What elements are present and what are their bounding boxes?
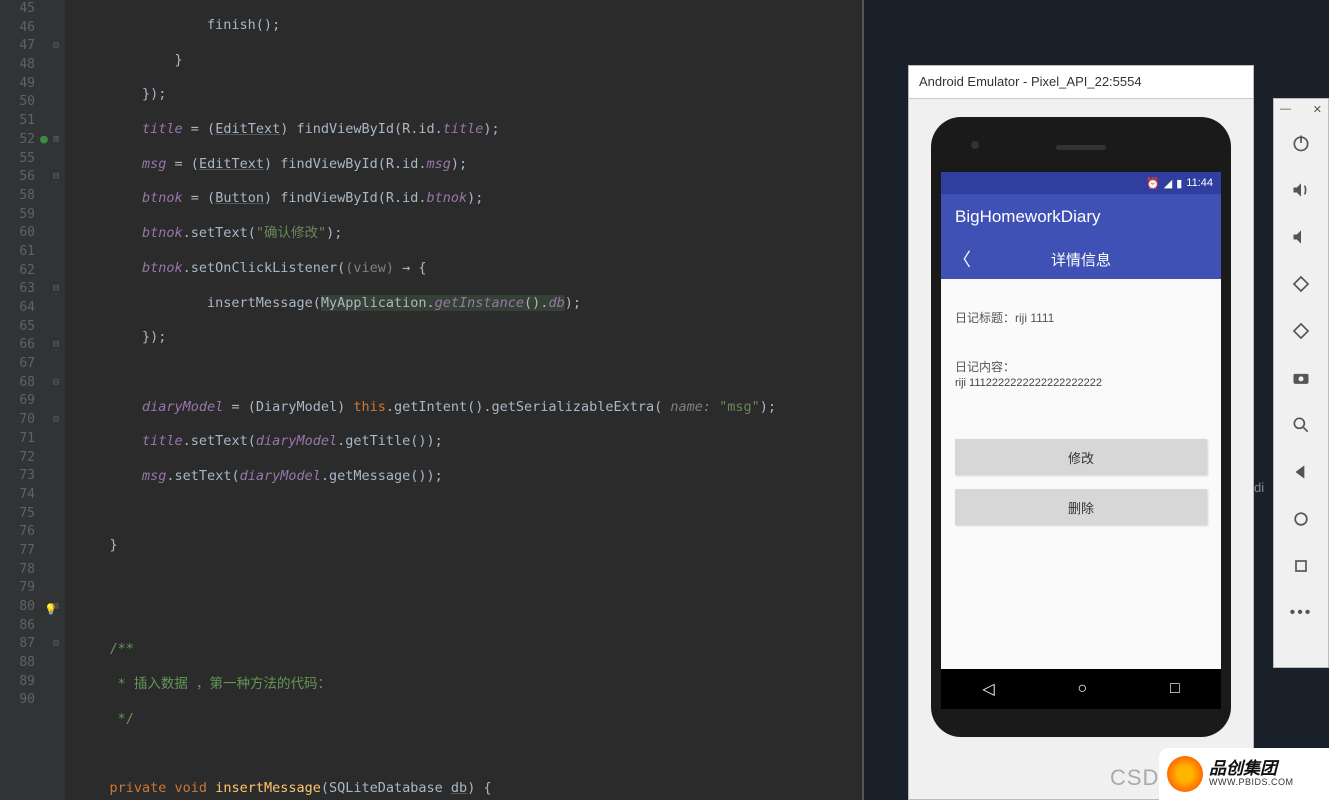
line-number: ●52⊞ bbox=[0, 131, 65, 150]
page-title: 详情信息 bbox=[1051, 249, 1111, 270]
camera-icon[interactable] bbox=[1274, 354, 1328, 401]
line-number: 70⊟ bbox=[0, 411, 65, 430]
line-number: 55 bbox=[0, 150, 65, 169]
line-number: 68⊟ bbox=[0, 374, 65, 393]
line-number: 49 bbox=[0, 75, 65, 94]
emulator-window: Android Emulator - Pixel_API_22:5554 ⏰ ◢… bbox=[908, 65, 1254, 800]
line-number: 79 bbox=[0, 579, 65, 598]
phone-frame: ⏰ ◢ ▮ 11:44 BigHomeworkDiary 〈 详情信息 日记标题… bbox=[931, 117, 1231, 737]
android-nav: ◁ ○ □ bbox=[941, 669, 1221, 709]
line-number: 86 bbox=[0, 617, 65, 636]
line-number: 71 bbox=[0, 430, 65, 449]
nav-bar: 〈 详情信息 bbox=[941, 239, 1221, 279]
alarm-icon: ⏰ bbox=[1146, 177, 1160, 190]
line-number: 88 bbox=[0, 654, 65, 673]
line-number: 67 bbox=[0, 355, 65, 374]
volume-down-icon[interactable] bbox=[1274, 213, 1328, 260]
nav-home-icon[interactable]: ○ bbox=[1077, 680, 1087, 698]
gutter: 45 46 47⊟ 48 49 50 51 ●52⊞ 55 56⊟ 58 59 … bbox=[0, 0, 65, 800]
line-number: 90 bbox=[0, 691, 65, 710]
code-content[interactable]: finish(); } }); title = (EditText) findV… bbox=[65, 0, 862, 800]
line-number: 46 bbox=[0, 19, 65, 38]
splitter[interactable] bbox=[862, 0, 864, 800]
close-icon[interactable]: ✕ bbox=[1313, 103, 1322, 115]
line-number: 65 bbox=[0, 318, 65, 337]
rotate-right-icon[interactable] bbox=[1274, 307, 1328, 354]
line-number: 56⊟ bbox=[0, 168, 65, 187]
line-number: 61 bbox=[0, 243, 65, 262]
line-number: 48 bbox=[0, 56, 65, 75]
phone-screen[interactable]: ⏰ ◢ ▮ 11:44 BigHomeworkDiary 〈 详情信息 日记标题… bbox=[941, 172, 1221, 672]
line-number: 45 bbox=[0, 0, 65, 19]
nav-back-icon[interactable]: ◁ bbox=[982, 679, 994, 699]
emulator-toolbar: — ✕ ••• bbox=[1273, 98, 1329, 668]
back-icon[interactable]: 〈 bbox=[953, 246, 971, 272]
content-area: 日记标题：riji 1111 日记内容： riji 11122222222222… bbox=[941, 279, 1221, 672]
line-number: 66⊟ bbox=[0, 336, 65, 355]
line-number: 75 bbox=[0, 505, 65, 524]
watermark-logo: 品创集团 WWW.PBIDS.COM bbox=[1159, 748, 1329, 800]
line-number: 76 bbox=[0, 523, 65, 542]
app-title: BigHomeworkDiary bbox=[955, 207, 1100, 227]
minimize-icon[interactable]: — bbox=[1280, 103, 1291, 115]
power-icon[interactable] bbox=[1274, 119, 1328, 166]
diary-content-value: riji 1112222222222222222222 bbox=[955, 377, 1207, 389]
line-number: 72 bbox=[0, 449, 65, 468]
line-number: 63⊟ bbox=[0, 280, 65, 299]
line-number: 69 bbox=[0, 392, 65, 411]
app-bar: BigHomeworkDiary bbox=[941, 194, 1221, 239]
collapsed-panel-tab[interactable]: di bbox=[1254, 480, 1264, 495]
logo-icon bbox=[1167, 756, 1203, 792]
line-number: 77 bbox=[0, 542, 65, 561]
code-editor[interactable]: 45 46 47⊟ 48 49 50 51 ●52⊞ 55 56⊟ 58 59 … bbox=[0, 0, 862, 800]
volume-up-icon[interactable] bbox=[1274, 166, 1328, 213]
line-number: 58 bbox=[0, 187, 65, 206]
line-number: 73 bbox=[0, 467, 65, 486]
line-number: 78 bbox=[0, 561, 65, 580]
line-number: 💡80⊞ bbox=[0, 598, 65, 617]
line-number: 89 bbox=[0, 673, 65, 692]
line-number: 74 bbox=[0, 486, 65, 505]
nav-recent-icon[interactable]: □ bbox=[1170, 680, 1180, 698]
more-icon[interactable]: ••• bbox=[1274, 589, 1328, 636]
line-number: 47⊟ bbox=[0, 37, 65, 56]
battery-icon: ▮ bbox=[1176, 177, 1182, 190]
status-time: 11:44 bbox=[1186, 177, 1213, 189]
delete-button[interactable]: 删除 bbox=[955, 489, 1207, 525]
status-bar: ⏰ ◢ ▮ 11:44 bbox=[941, 172, 1221, 194]
modify-button[interactable]: 修改 bbox=[955, 439, 1207, 475]
rotate-left-icon[interactable] bbox=[1274, 260, 1328, 307]
signal-icon: ◢ bbox=[1164, 177, 1172, 190]
back-nav-icon[interactable] bbox=[1274, 448, 1328, 495]
line-number: 59 bbox=[0, 206, 65, 225]
home-nav-icon[interactable] bbox=[1274, 495, 1328, 542]
emulator-title: Android Emulator - Pixel_API_22:5554 bbox=[909, 66, 1253, 99]
phone-speaker-icon bbox=[1056, 145, 1106, 150]
overview-nav-icon[interactable] bbox=[1274, 542, 1328, 589]
line-number: 60 bbox=[0, 224, 65, 243]
phone-camera-icon bbox=[971, 141, 979, 149]
watermark-cn: 品创集团 bbox=[1209, 760, 1294, 779]
line-number: 64 bbox=[0, 299, 65, 318]
toolbar-window-controls: — ✕ bbox=[1274, 99, 1328, 119]
zoom-icon[interactable] bbox=[1274, 401, 1328, 448]
csdn-watermark: CSD bbox=[1110, 765, 1159, 791]
line-number: 51 bbox=[0, 112, 65, 131]
line-number: 87⊟ bbox=[0, 635, 65, 654]
watermark-en: WWW.PBIDS.COM bbox=[1209, 778, 1294, 788]
diary-content-label: 日记内容： bbox=[955, 358, 1207, 375]
diary-title-label: 日记标题：riji 1111 bbox=[955, 309, 1207, 326]
line-number: 62 bbox=[0, 262, 65, 281]
line-number: 50 bbox=[0, 93, 65, 112]
